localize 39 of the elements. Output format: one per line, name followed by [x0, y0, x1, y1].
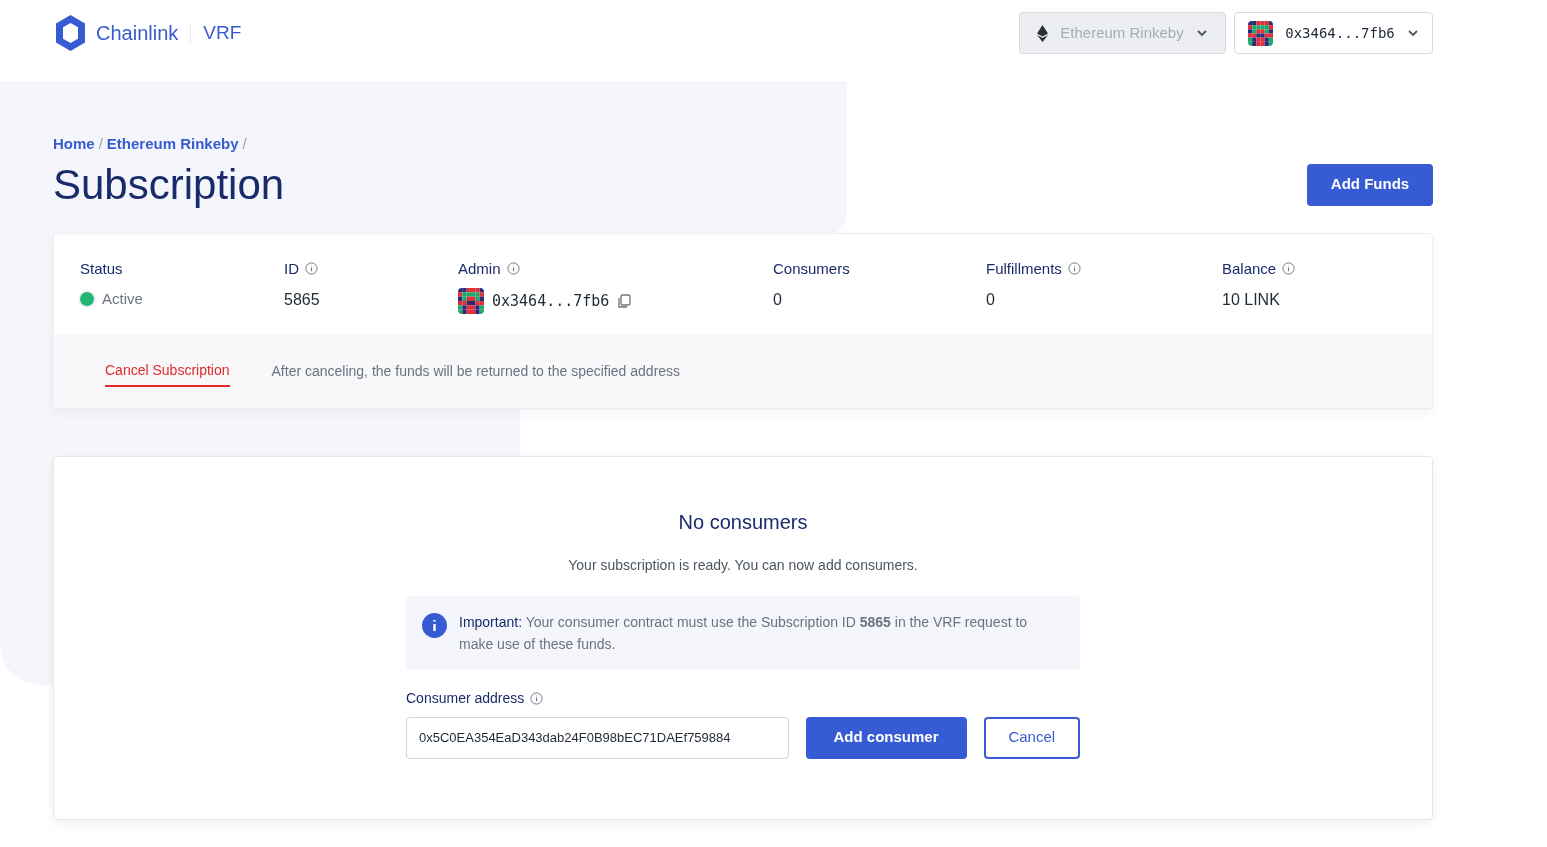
- stat-value: 10 LINK: [1222, 290, 1281, 310]
- admin-address: 0x3464...7fb6: [492, 290, 610, 312]
- field-label: Consumer address: [406, 688, 525, 708]
- stat-label: Balance: [1222, 258, 1277, 279]
- stat-value: 0: [773, 290, 783, 310]
- account-select[interactable]: 0x3464...7fb6: [1234, 12, 1433, 54]
- stat-label: Admin: [458, 258, 501, 279]
- cancel-note: After canceling, the funds will be returned to the specified address: [271, 361, 681, 381]
- add-consumer-button[interactable]: Add consumer: [805, 716, 967, 759]
- cancel-subscription-link[interactable]: Cancel Subscription: [105, 359, 230, 387]
- chevron-down-icon: [1406, 29, 1419, 37]
- page-title: Subscription: [53, 159, 285, 210]
- stat-label: Fulfillments: [986, 258, 1062, 279]
- brand-name: Chainlink: [96, 21, 179, 46]
- product-name: VRF: [203, 20, 242, 45]
- stat-value: 5865: [284, 290, 321, 310]
- stat-label: Consumers: [773, 258, 850, 279]
- pixel-avatar-icon: [1248, 20, 1274, 46]
- copy-icon[interactable]: [617, 293, 632, 309]
- breadcrumb-link[interactable]: Ethereum Rinkeby: [106, 133, 239, 156]
- info-icon: [422, 612, 447, 638]
- hexagon-logo-icon[interactable]: [53, 13, 88, 53]
- breadcrumb-link[interactable]: Home: [53, 133, 95, 156]
- breadcrumb-separator: /: [242, 134, 247, 154]
- stat-value: 0: [986, 290, 996, 310]
- empty-heading: No consumers: [678, 509, 808, 535]
- empty-subtitle: Your subscription is ready. You can now add consumers.: [568, 555, 918, 575]
- breadcrumb-separator: /: [98, 134, 103, 154]
- add-funds-button[interactable]: Add Funds: [1307, 163, 1433, 206]
- pixel-avatar-icon: [458, 288, 484, 314]
- ethereum-diamond-icon: [1037, 24, 1049, 42]
- stat-label: Status: [80, 258, 123, 279]
- info-icon: [530, 691, 544, 705]
- stat-label: ID: [284, 258, 299, 279]
- status-value: Active: [102, 289, 143, 309]
- notice-text: Important: Your consumer contract must use the Subscription ID 5865 in the VRF request to make use of these funds.: [459, 612, 1029, 654]
- cancel-button[interactable]: Cancel: [983, 716, 1080, 759]
- chevron-down-icon: [1195, 29, 1208, 37]
- consumer-address-input[interactable]: 0x5C0EA354EaD343dab24F0B98bEC71DAEf759884: [406, 716, 789, 759]
